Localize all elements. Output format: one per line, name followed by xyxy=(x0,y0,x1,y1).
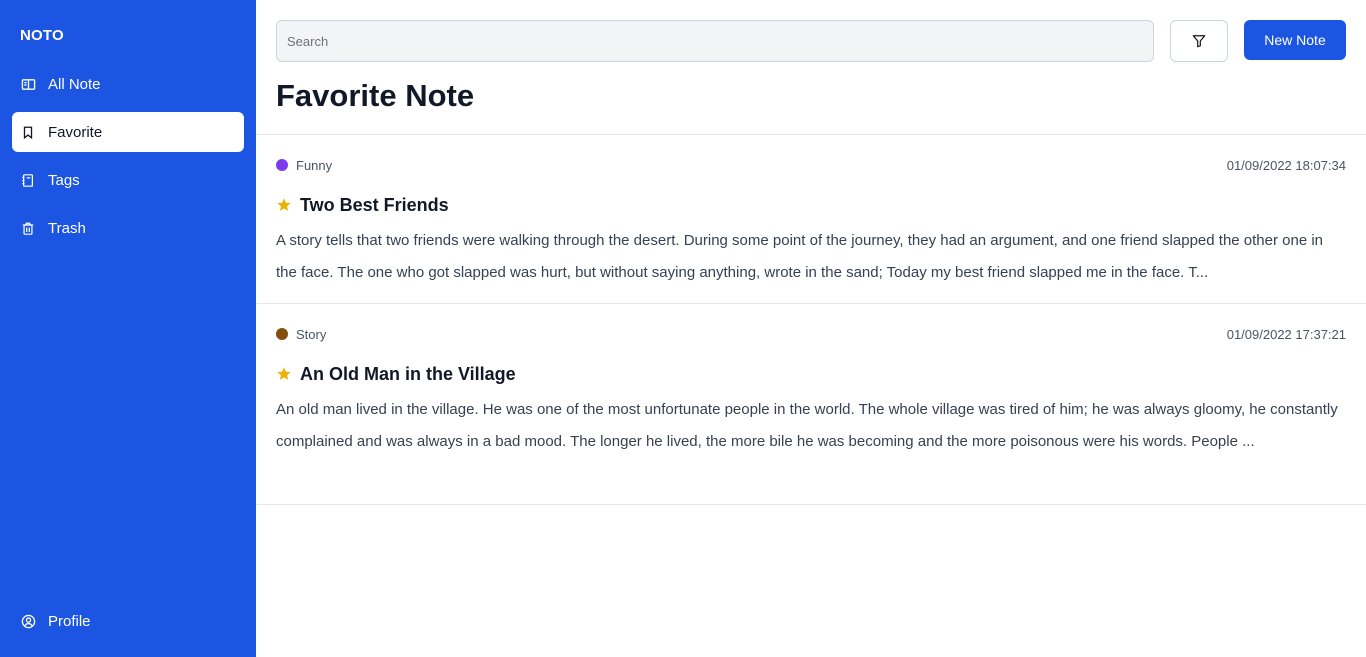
sidebar-item-trash[interactable]: Trash xyxy=(12,208,244,248)
page-title: Favorite Note xyxy=(276,78,475,113)
note-list: Funny 01/09/2022 18:07:34 Two Best Frien… xyxy=(256,134,1366,505)
note-header: Funny 01/09/2022 18:07:34 xyxy=(276,157,1346,173)
notebook-icon xyxy=(20,172,36,188)
filter-icon xyxy=(1192,34,1206,48)
note-card[interactable]: Funny 01/09/2022 18:07:34 Two Best Frien… xyxy=(256,135,1366,304)
note-card[interactable]: Story 01/09/2022 17:37:21 An Old Man in … xyxy=(256,304,1366,505)
tag-label: Funny xyxy=(296,157,333,173)
sidebar-item-label: All Note xyxy=(48,75,101,93)
note-title: Two Best Friends xyxy=(300,194,449,215)
user-circle-icon xyxy=(20,613,36,629)
note-header: Story 01/09/2022 17:37:21 xyxy=(276,326,1346,342)
note-timestamp: 01/09/2022 17:37:21 xyxy=(1226,326,1346,342)
trash-icon xyxy=(20,220,36,236)
main-content: New Note Favorite Note Funny 01/09/2022 … xyxy=(256,0,1366,657)
sidebar-item-label: Tags xyxy=(48,171,80,189)
book-icon xyxy=(20,76,36,92)
sidebar-item-label: Favorite xyxy=(48,123,103,141)
tag-color-dot xyxy=(276,328,288,340)
sidebar-item-tags[interactable]: Tags xyxy=(12,160,244,200)
note-tag: Story xyxy=(276,327,326,342)
bookmark-icon xyxy=(20,124,36,140)
note-excerpt: An old man lived in the village. He was … xyxy=(276,401,1338,450)
note-tag: Funny xyxy=(276,158,332,173)
tag-color-dot xyxy=(276,159,288,171)
sidebar: NOTO All Note Favorite Tags Trash Profil… xyxy=(0,0,256,657)
note-title-row: Two Best Friends xyxy=(276,193,1346,217)
sidebar-item-label: Trash xyxy=(48,219,86,237)
sidebar-item-label: Profile xyxy=(48,612,91,630)
note-excerpt: A story tells that two friends were walk… xyxy=(276,232,1324,281)
filter-button[interactable] xyxy=(1170,20,1228,62)
sidebar-profile: Profile xyxy=(12,601,244,649)
sidebar-item-favorite[interactable]: Favorite xyxy=(12,112,244,152)
sidebar-item-all-note[interactable]: All Note xyxy=(12,64,244,104)
note-timestamp: 01/09/2022 18:07:34 xyxy=(1226,157,1346,173)
note-title: An Old Man in the Village xyxy=(300,363,516,384)
star-icon[interactable] xyxy=(276,197,292,213)
tag-label: Story xyxy=(296,326,327,342)
note-title-row: An Old Man in the Village xyxy=(276,362,1346,386)
star-icon[interactable] xyxy=(276,366,292,382)
app-logo: NOTO xyxy=(20,27,64,44)
sidebar-item-profile[interactable]: Profile xyxy=(12,601,244,641)
new-note-button[interactable]: New Note xyxy=(1244,20,1346,60)
sidebar-nav: All Note Favorite Tags Trash xyxy=(12,64,244,256)
search-input[interactable] xyxy=(276,20,1154,62)
